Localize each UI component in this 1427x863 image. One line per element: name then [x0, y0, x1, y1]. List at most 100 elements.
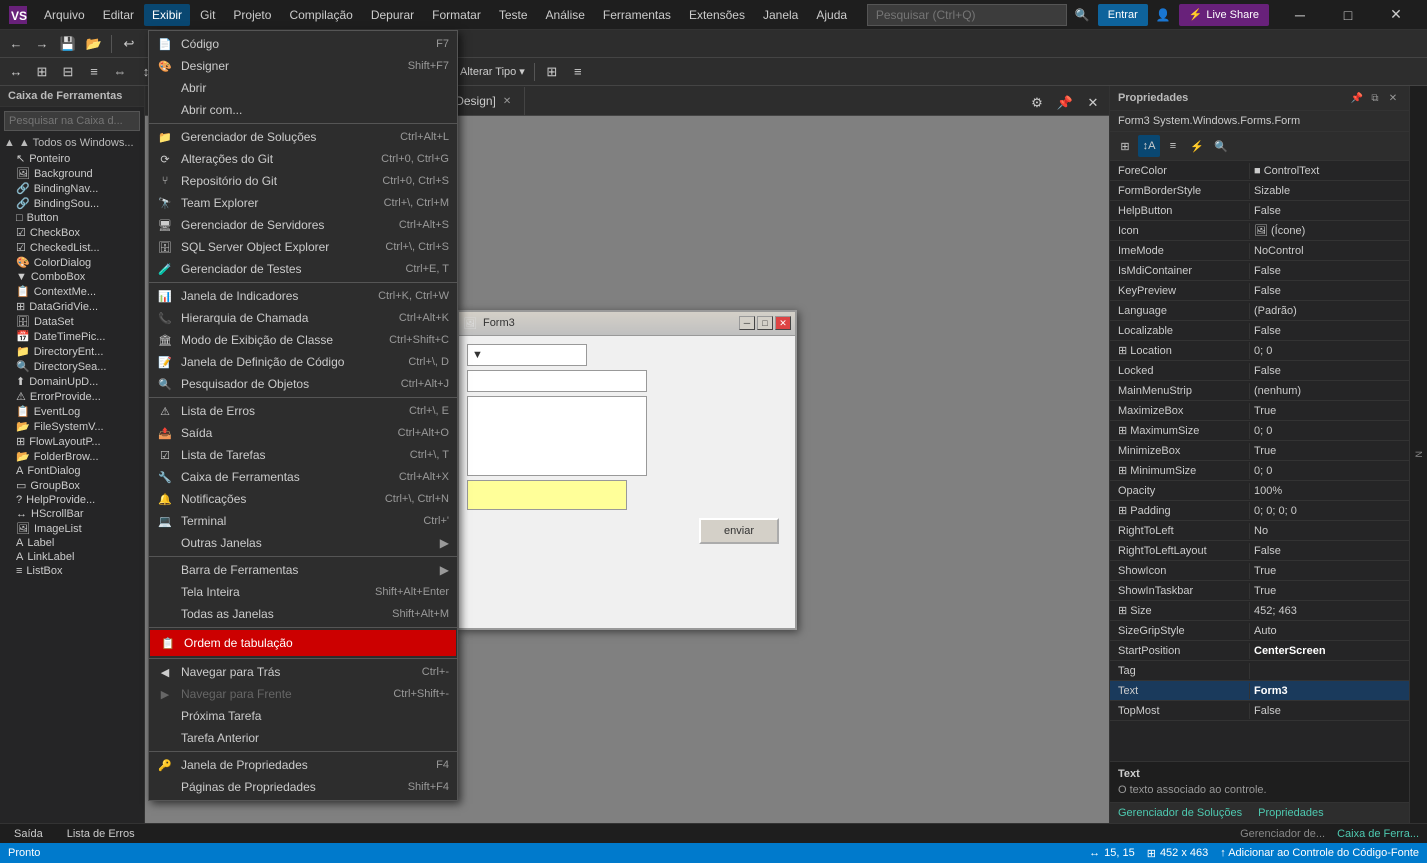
props-events-button[interactable]: ⚡	[1186, 135, 1208, 157]
prop-value-location[interactable]: 0; 0	[1250, 343, 1409, 359]
menu-git[interactable]: Git	[192, 4, 223, 26]
toolbox-item-button[interactable]: □ Button	[0, 211, 144, 225]
menu-compilacao[interactable]: Compilação	[281, 4, 360, 26]
prop-value-size[interactable]: 452; 463	[1250, 603, 1409, 619]
prop-row-sizegripstyle[interactable]: SizeGripStyle Auto	[1110, 621, 1409, 641]
prop-row-showintaskbar[interactable]: ShowInTaskbar True	[1110, 581, 1409, 601]
prop-value-maximumsize[interactable]: 0; 0	[1250, 423, 1409, 439]
menu-janela-definicao[interactable]: 📝 Janela de Definição de Código Ctrl+\, …	[149, 351, 457, 373]
prop-value-locked[interactable]: False	[1250, 363, 1409, 379]
prop-value-localizable[interactable]: False	[1250, 323, 1409, 339]
menu-janela-propriedades[interactable]: 🔑 Janela de Propriedades F4	[149, 754, 457, 776]
menu-paginas-propriedades[interactable]: Páginas de Propriedades Shift+F4	[149, 776, 457, 798]
prop-value-keypreview[interactable]: False	[1250, 283, 1409, 299]
form-combobox[interactable]: ▼	[467, 344, 587, 366]
menu-janela[interactable]: Janela	[755, 4, 806, 26]
toolbox-item-checkbox[interactable]: ☑ CheckBox	[0, 225, 144, 240]
prop-value-showintaskbar[interactable]: True	[1250, 583, 1409, 599]
maximize-button[interactable]: □	[1325, 0, 1371, 30]
prop-value-minimumsize[interactable]: 0; 0	[1250, 463, 1409, 479]
tabs-pin-icon[interactable]: 📌	[1053, 91, 1077, 115]
prop-row-formborderstyle[interactable]: FormBorderStyle Sizable	[1110, 181, 1409, 201]
prop-row-padding[interactable]: ⊞ Padding 0; 0; 0; 0	[1110, 501, 1409, 521]
prop-row-localizable[interactable]: Localizable False	[1110, 321, 1409, 341]
tb2-btn-3[interactable]: ⊟	[56, 60, 80, 84]
menu-barra-ferramentas[interactable]: Barra de Ferramentas ▶	[149, 559, 457, 581]
menu-ferramentas[interactable]: Ferramentas	[595, 4, 679, 26]
menu-abrir[interactable]: Abrir	[149, 77, 457, 99]
menu-designer[interactable]: 🎨 Designer Shift+F7	[149, 55, 457, 77]
form-listbox[interactable]	[467, 396, 647, 476]
props-close-button[interactable]: ✕	[1385, 90, 1401, 106]
tb2-btn-2[interactable]: ⊞	[30, 60, 54, 84]
prop-value-padding[interactable]: 0; 0; 0; 0	[1250, 503, 1409, 519]
menu-editar[interactable]: Editar	[95, 4, 142, 26]
menu-tarefa-anterior[interactable]: Tarefa Anterior	[149, 727, 457, 749]
prop-value-helpbutton[interactable]: False	[1250, 203, 1409, 219]
toolbox-item-linklabel[interactable]: A LinkLabel	[0, 550, 144, 564]
prop-row-maximizebox[interactable]: MaximizeBox True	[1110, 401, 1409, 421]
toolbox-item-checkedlist[interactable]: ☑ CheckedList...	[0, 240, 144, 255]
form-minimize-button[interactable]: ─	[739, 316, 755, 330]
menu-exibir[interactable]: Exibir	[144, 4, 190, 26]
prop-row-language[interactable]: Language (Padrão)	[1110, 301, 1409, 321]
tb2-btn-18[interactable]: ≡	[566, 60, 590, 84]
toolbox-all-windows[interactable]: ▲ ▲ Todos os Windows...	[0, 135, 144, 151]
toolbox-item-combobox[interactable]: ▼ ComboBox	[0, 270, 144, 284]
menu-lista-erros[interactable]: ⚠ Lista de Erros Ctrl+\, E	[149, 400, 457, 422]
prop-value-topmost[interactable]: False	[1250, 703, 1409, 719]
menu-repositorio-git[interactable]: ⑂ Repositório do Git Ctrl+0, Ctrl+S	[149, 170, 457, 192]
toolbox-search-input[interactable]	[4, 111, 140, 131]
props-float-button[interactable]: ⧉	[1367, 90, 1383, 106]
menu-hierarquia-chamada[interactable]: 📞 Hierarquia de Chamada Ctrl+Alt+K	[149, 307, 457, 329]
menu-teste[interactable]: Teste	[491, 4, 536, 26]
toolbox-item-directoryent[interactable]: 📁 DirectoryEnt...	[0, 344, 144, 359]
toolbox-item-listbox[interactable]: ≡ ListBox	[0, 564, 144, 578]
toolbox-item-domainupd[interactable]: ⬆ DomainUpD...	[0, 374, 144, 389]
menu-team-explorer[interactable]: 🔭 Team Explorer Ctrl+\, Ctrl+M	[149, 192, 457, 214]
toolbox-item-colordialog[interactable]: 🎨 ColorDialog	[0, 255, 144, 270]
prop-row-minimizebox[interactable]: MinimizeBox True	[1110, 441, 1409, 461]
prop-row-forecolor[interactable]: ForeColor ■ ControlText	[1110, 161, 1409, 181]
menu-sql-server[interactable]: 🗄 SQL Server Object Explorer Ctrl+\, Ctr…	[149, 236, 457, 258]
toolbox-item-bindingnav[interactable]: 🔗 BindingNav...	[0, 181, 144, 196]
menu-extensoes[interactable]: Extensões	[681, 4, 753, 26]
toolbox-item-imagelist[interactable]: 🖼 ImageList	[0, 521, 144, 536]
prop-value-startposition[interactable]: CenterScreen	[1250, 643, 1409, 659]
forward-button[interactable]: →	[30, 32, 54, 56]
menu-gerenciador-solucoes[interactable]: 📁 Gerenciador de Soluções Ctrl+Alt+L	[149, 126, 457, 148]
toolbox-item-helpprovide[interactable]: ? HelpProvide...	[0, 493, 144, 507]
prop-row-showicon[interactable]: ShowIcon True	[1110, 561, 1409, 581]
prop-row-righttoleftlayout[interactable]: RightToLeftLayout False	[1110, 541, 1409, 561]
prop-value-righttoleft[interactable]: No	[1250, 523, 1409, 539]
prop-row-maximumsize[interactable]: ⊞ MaximumSize 0; 0	[1110, 421, 1409, 441]
prop-row-topmost[interactable]: TopMost False	[1110, 701, 1409, 721]
prop-value-forecolor[interactable]: ■ ControlText	[1250, 163, 1409, 179]
properties-target[interactable]: Form3 System.Windows.Forms.Form	[1110, 111, 1409, 132]
menu-outras-janelas[interactable]: Outras Janelas ▶	[149, 532, 457, 554]
menu-gerenciador-servidores[interactable]: 🖥 Gerenciador de Servidores Ctrl+Alt+S	[149, 214, 457, 236]
menu-saida[interactable]: 📤 Saída Ctrl+Alt+O	[149, 422, 457, 444]
menu-projeto[interactable]: Projeto	[225, 4, 279, 26]
props-alphabetical-button[interactable]: ↕A	[1138, 135, 1160, 157]
prop-row-tag[interactable]: Tag	[1110, 661, 1409, 681]
enter-button[interactable]: Entrar	[1098, 4, 1148, 26]
toolbox-item-contextme[interactable]: 📋 ContextMe...	[0, 284, 144, 299]
toolbox-item-label[interactable]: A Label	[0, 536, 144, 550]
menu-formatar[interactable]: Formatar	[424, 4, 489, 26]
props-pin-button[interactable]: 📌	[1349, 90, 1365, 106]
bottom-tab-erros[interactable]: Lista de Erros	[61, 826, 141, 842]
props-tab-properties[interactable]: Propriedades	[1254, 805, 1327, 821]
toolbox-item-fontdialog[interactable]: A FontDialog	[0, 464, 144, 478]
form-maximize-button[interactable]: □	[757, 316, 773, 330]
prop-row-helpbutton[interactable]: HelpButton False	[1110, 201, 1409, 221]
toolbox-item-bindingsou[interactable]: 🔗 BindingSou...	[0, 196, 144, 211]
props-categorized-button[interactable]: ⊞	[1114, 135, 1136, 157]
prop-value-imemode[interactable]: NoControl	[1250, 243, 1409, 259]
toolbox-item-hscrollbar[interactable]: ↔ HScrollBar	[0, 507, 144, 521]
tabs-close-icon[interactable]: ✕	[1081, 91, 1105, 115]
toolbox-item-folderbrow[interactable]: 📂 FolderBrow...	[0, 449, 144, 464]
menu-tela-inteira[interactable]: Tela Inteira Shift+Alt+Enter	[149, 581, 457, 603]
bottom-tab-saida[interactable]: Saída	[8, 826, 49, 842]
toolbox-item-flowlayoutp[interactable]: ⊞ FlowLayoutP...	[0, 434, 144, 449]
